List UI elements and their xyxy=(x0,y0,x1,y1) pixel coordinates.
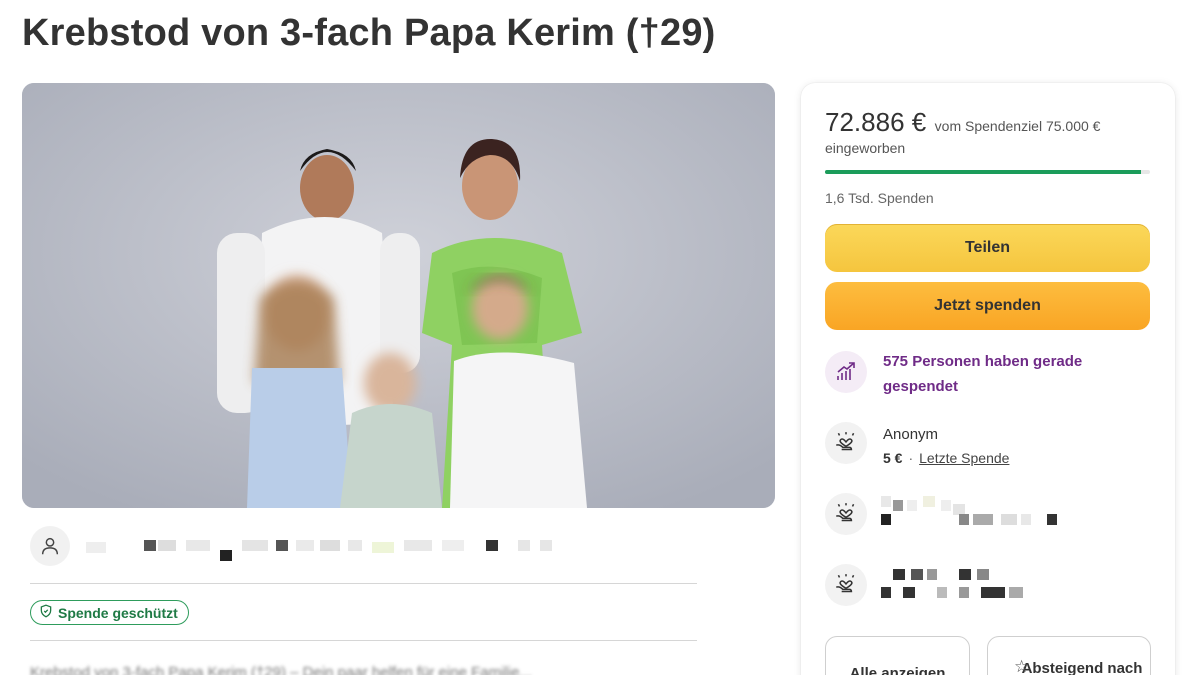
badge-label: Spende geschützt xyxy=(58,604,178,621)
donor-name: Anonym xyxy=(883,426,939,443)
star-icon: ☆ xyxy=(1014,657,1030,675)
family-photo-illustration xyxy=(22,83,775,508)
page-title: Krebstod von 3-fach Papa Kerim (†29) xyxy=(22,12,716,54)
donation-count: 1,6 Tsd. Spenden xyxy=(825,190,934,206)
campaign-photo xyxy=(22,83,775,508)
divider xyxy=(30,640,697,641)
show-all-button[interactable]: Alle anzeigen xyxy=(825,636,970,675)
progress-fill xyxy=(825,170,1141,174)
latest-donation-link[interactable]: Letzte Spende xyxy=(919,450,1009,466)
sort-button[interactable]: ☆ Absteigend nach xyxy=(987,636,1151,675)
organizer-row[interactable] xyxy=(30,524,697,568)
sort-label: Absteigend nach xyxy=(1021,660,1143,675)
goal-text: vom Spendenziel 75.000 € xyxy=(934,118,1101,134)
divider xyxy=(30,583,697,584)
donor-amount: 5 € xyxy=(883,450,903,466)
heart-hand-icon xyxy=(825,564,867,606)
trend-up-icon xyxy=(825,351,867,393)
donate-button[interactable]: Jetzt spenden xyxy=(825,282,1150,330)
donor-redacted xyxy=(881,496,1081,525)
organizer-name-redacted xyxy=(86,534,556,561)
campaign-description: Krebstod von 3-fach Papa Kerim (†29) – D… xyxy=(30,664,532,675)
protected-donation-badge[interactable]: Spende geschützt xyxy=(30,600,189,625)
donor-meta: 5 € · Letzte Spende xyxy=(883,450,1010,466)
raised-amount: 72.886 € xyxy=(825,107,927,137)
raised-label: eingeworben xyxy=(825,140,906,156)
donation-panel: 72.886 € vom Spendenziel 75.000 € eingew… xyxy=(801,83,1175,675)
heart-hand-icon xyxy=(825,493,867,535)
user-icon xyxy=(30,526,70,566)
shield-icon xyxy=(39,604,53,621)
share-button[interactable]: Teilen xyxy=(825,224,1150,272)
amount-line: 72.886 € vom Spendenziel 75.000 € xyxy=(825,107,1100,138)
heart-hand-icon xyxy=(825,422,867,464)
recent-donations-text: 575 Personen haben gerade gespendet xyxy=(883,353,1083,395)
donor-redacted xyxy=(881,569,1081,598)
progress-bar xyxy=(825,170,1150,174)
